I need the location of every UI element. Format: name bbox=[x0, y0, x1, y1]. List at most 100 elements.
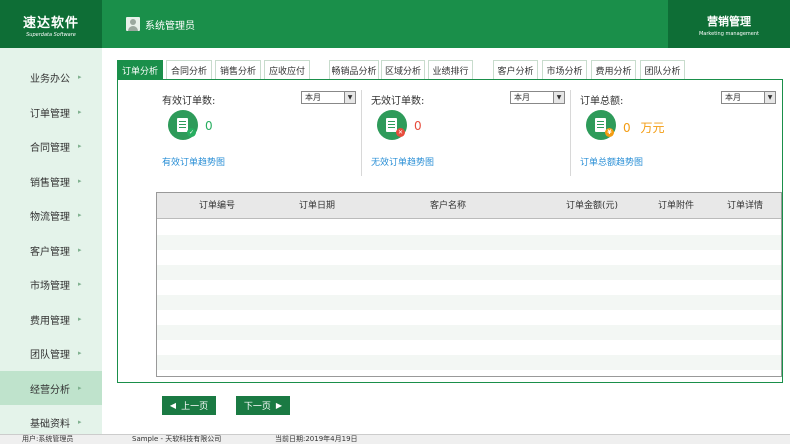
metric-value: 0 万元 bbox=[623, 121, 665, 135]
analysis-tabs: 订单分析 合同分析 销售分析 应收应付 畅销品分析 区域分析 业绩排行 客户分析… bbox=[117, 60, 783, 80]
chevron-right-icon: ▸ bbox=[78, 177, 82, 185]
module-title: 营销管理 bbox=[707, 15, 751, 28]
order-total-trend-link[interactable]: 订单总额趋势图 bbox=[580, 155, 643, 168]
sidebar-item-label: 销售管理 bbox=[30, 177, 70, 189]
money-badge-icon: ¥ bbox=[605, 128, 614, 137]
user-avatar-icon bbox=[126, 17, 140, 31]
sidebar-item-label: 费用管理 bbox=[30, 315, 70, 327]
sidebar-item-order-management[interactable]: 订单管理 ▸ bbox=[0, 95, 102, 129]
chevron-right-icon: ▸ bbox=[78, 280, 82, 288]
metric-order-total: 订单总额: 本月 ▼ ¥ 0 万元 订单总额趋势图 bbox=[536, 80, 782, 176]
tab-region-analysis[interactable]: 区域分析 bbox=[381, 60, 425, 80]
chevron-right-icon: ▸ bbox=[78, 349, 82, 357]
metric-value: 0 bbox=[205, 119, 213, 133]
next-page-label: 下一页 bbox=[243, 402, 271, 412]
sidebar-item-label: 基础资料 bbox=[30, 418, 70, 430]
table-row bbox=[157, 340, 781, 355]
period-select[interactable]: 本月 ▼ bbox=[721, 91, 776, 104]
sidebar-item-label: 经营分析 bbox=[30, 384, 70, 396]
tab-bestseller-analysis[interactable]: 畅销品分析 bbox=[329, 60, 379, 80]
order-amount-icon: ¥ bbox=[586, 110, 616, 140]
sidebar-item-market-management[interactable]: 市场管理 ▸ bbox=[0, 267, 102, 301]
tab-contract-analysis[interactable]: 合同分析 bbox=[166, 60, 212, 80]
sidebar-item-customer-management[interactable]: 客户管理 ▸ bbox=[0, 233, 102, 267]
invalid-order-trend-link[interactable]: 无效订单趋势图 bbox=[371, 155, 434, 168]
current-user: 系统管理员 bbox=[126, 16, 195, 32]
chevron-right-icon: ▸ bbox=[78, 418, 82, 426]
checkmark-badge-icon: ✓ bbox=[187, 128, 196, 137]
column-header-customer-name[interactable]: 客户名称 bbox=[430, 193, 466, 219]
chevron-right-icon: ▸ bbox=[78, 384, 82, 392]
chevron-right-icon: ▸ bbox=[78, 142, 82, 150]
status-date: 当前日期:2019年4月19日 bbox=[275, 435, 358, 443]
tab-sales-analysis[interactable]: 销售分析 bbox=[215, 60, 261, 80]
chevron-right-icon: ▸ bbox=[78, 315, 82, 323]
metric-value: 0 bbox=[414, 119, 422, 133]
logo-subtitle: Superdata Software bbox=[26, 32, 76, 38]
table-row bbox=[157, 280, 781, 295]
metric-label: 有效订单数: bbox=[162, 96, 216, 107]
sidebar-item-label: 客户管理 bbox=[30, 246, 70, 258]
chevron-right-icon: ▸ bbox=[78, 108, 82, 116]
sidebar-item-label: 订单管理 bbox=[30, 108, 70, 120]
logo-title: 速达软件 bbox=[22, 16, 79, 31]
module-subtitle: Marketing management bbox=[698, 31, 759, 37]
sidebar-item-team-management[interactable]: 团队管理 ▸ bbox=[0, 336, 102, 370]
tab-market-analysis[interactable]: 市场分析 bbox=[542, 60, 587, 80]
status-bar: 用户:系统管理员 Sample - 天软科技有限公司 当前日期:2019年4月1… bbox=[0, 434, 790, 444]
metric-label: 订单总额: bbox=[580, 96, 624, 107]
column-header-order-date[interactable]: 订单日期 bbox=[299, 193, 335, 219]
tab-receivables-payables[interactable]: 应收应付 bbox=[264, 60, 310, 80]
sidebar-item-logistics-management[interactable]: 物流管理 ▸ bbox=[0, 198, 102, 232]
table-row bbox=[157, 250, 781, 265]
table-header: 订单编号 订单日期 客户名称 订单金额(元) 订单附件 订单详情 bbox=[157, 193, 781, 219]
metric-unit: 万元 bbox=[640, 121, 665, 135]
prev-page-button[interactable]: ◀ 上一页 bbox=[162, 396, 216, 415]
sidebar-item-label: 业务办公 bbox=[30, 73, 70, 85]
tab-order-analysis[interactable]: 订单分析 bbox=[117, 60, 163, 80]
tab-expense-analysis[interactable]: 费用分析 bbox=[591, 60, 636, 80]
sidebar-item-contract-management[interactable]: 合同管理 ▸ bbox=[0, 129, 102, 163]
next-page-button[interactable]: 下一页 ▶ bbox=[236, 396, 290, 415]
metric-label: 无效订单数: bbox=[371, 96, 425, 107]
sidebar: 业务办公 ▸ 订单管理 ▸ 合同管理 ▸ 销售管理 ▸ 物流管理 ▸ 客户管理 … bbox=[0, 48, 102, 434]
order-analysis-panel: 有效订单数: 本月 ▼ ✓ 0 有效订单趋势图 无效订单数: 本月 ▼ ✕ 0 … bbox=[117, 80, 783, 383]
chevron-right-icon: ▸ bbox=[78, 73, 82, 81]
status-company: Sample - 天软科技有限公司 bbox=[132, 435, 222, 443]
period-select-value: 本月 bbox=[725, 93, 741, 102]
chevron-right-icon: ▸ bbox=[78, 211, 82, 219]
sidebar-item-label: 合同管理 bbox=[30, 142, 70, 154]
tab-customer-analysis[interactable]: 客户分析 bbox=[493, 60, 538, 80]
sidebar-item-business-office[interactable]: 业务办公 ▸ bbox=[0, 60, 102, 94]
table-row bbox=[157, 310, 781, 325]
chevron-right-icon: ▸ bbox=[78, 246, 82, 254]
top-header: 速达软件 Superdata Software 系统管理员 营销管理 Marke… bbox=[0, 0, 790, 48]
period-select-value: 本月 bbox=[514, 93, 530, 102]
tab-performance-ranking[interactable]: 业绩排行 bbox=[428, 60, 473, 80]
module-banner: 营销管理 Marketing management bbox=[668, 0, 790, 48]
invalid-order-icon: ✕ bbox=[377, 110, 407, 140]
metric-valid-orders: 有效订单数: 本月 ▼ ✓ 0 有效订单趋势图 bbox=[118, 80, 361, 176]
arrow-right-icon: ▶ bbox=[275, 401, 283, 410]
column-header-order-number[interactable]: 订单编号 bbox=[199, 193, 235, 219]
logo: 速达软件 Superdata Software bbox=[0, 0, 102, 48]
sidebar-item-label: 团队管理 bbox=[30, 349, 70, 361]
sidebar-item-sales-management[interactable]: 销售管理 ▸ bbox=[0, 164, 102, 198]
column-header-order-attachment[interactable]: 订单附件 bbox=[658, 193, 694, 219]
status-user: 用户:系统管理员 bbox=[22, 435, 74, 443]
table-row bbox=[157, 235, 781, 250]
sidebar-item-expense-management[interactable]: 费用管理 ▸ bbox=[0, 302, 102, 336]
orders-table: 订单编号 订单日期 客户名称 订单金额(元) 订单附件 订单详情 bbox=[156, 192, 782, 377]
table-row bbox=[157, 220, 781, 235]
sidebar-item-business-analysis[interactable]: 经营分析 ▸ bbox=[0, 371, 102, 405]
current-user-label: 系统管理员 bbox=[145, 20, 195, 32]
column-header-order-amount[interactable]: 订单金额(元) bbox=[566, 193, 618, 219]
valid-order-icon: ✓ bbox=[168, 110, 198, 140]
prev-page-label: 上一页 bbox=[181, 402, 209, 412]
arrow-left-icon: ◀ bbox=[169, 401, 177, 410]
sidebar-item-label: 市场管理 bbox=[30, 280, 70, 292]
column-header-order-details[interactable]: 订单详情 bbox=[727, 193, 763, 219]
tab-team-analysis[interactable]: 团队分析 bbox=[640, 60, 685, 80]
valid-order-trend-link[interactable]: 有效订单趋势图 bbox=[162, 155, 225, 168]
cross-badge-icon: ✕ bbox=[396, 128, 405, 137]
